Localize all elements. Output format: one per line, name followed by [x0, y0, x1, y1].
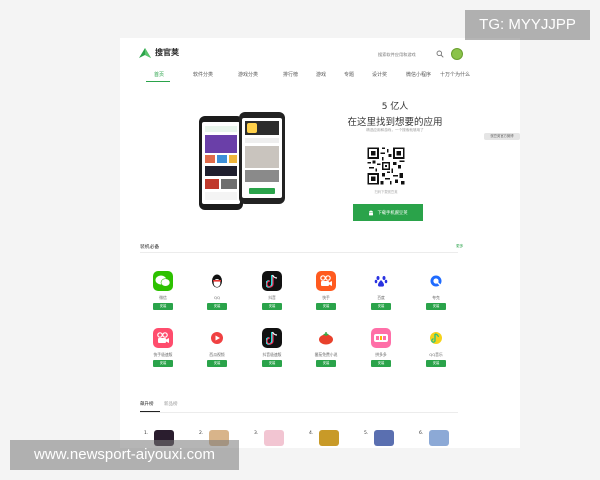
nav-item-design-awards[interactable]: 设计奖 — [372, 71, 387, 78]
download-app-label: 下载手机豌豆荚 — [377, 210, 408, 216]
rank-item[interactable]: 4. — [309, 430, 349, 446]
install-button[interactable]: 安装 — [207, 360, 227, 367]
ranking-divider — [140, 412, 458, 413]
install-button[interactable]: 安装 — [153, 303, 173, 310]
rank-app-icon — [319, 430, 339, 446]
rank-number: 2. — [199, 431, 204, 436]
phones-illustration — [199, 112, 285, 210]
tab-rising[interactable]: 飙升榜 — [140, 401, 154, 407]
app-name: 抖音 — [268, 295, 276, 300]
site-url-watermark: www.newsport-aiyouxi.com — [10, 440, 239, 470]
rank-number: 6. — [419, 431, 424, 436]
main-nav: 首页 软件分类 游戏分类 排行榜 游戏 专题 设计奖 微信小程序 十万个为什么 — [146, 71, 486, 83]
install-button[interactable]: 安装 — [207, 303, 227, 310]
app-name: 百度 — [377, 295, 385, 300]
nav-item-game-categories[interactable]: 游戏分类 — [238, 71, 258, 78]
section-divider — [140, 252, 458, 253]
nav-item-faq[interactable]: 十万个为什么 — [440, 71, 470, 78]
install-button[interactable]: 安装 — [262, 303, 282, 310]
hero-title: 在这里找到想要的应用 — [347, 117, 443, 128]
nav-item-home[interactable]: 首页 — [154, 71, 164, 78]
nav-item-rankings[interactable]: 排行榜 — [283, 71, 298, 78]
app-name: 番茄免费小说 — [314, 352, 338, 357]
install-button[interactable]: 安装 — [371, 360, 391, 367]
install-button[interactable]: 安装 — [153, 360, 173, 367]
fanqie-icon — [316, 328, 336, 348]
install-button[interactable]: 安装 — [262, 360, 282, 367]
app-card-wechat[interactable]: 微信 安装 — [141, 271, 185, 331]
app-name: 抖音极速版 — [262, 352, 282, 357]
app-card-fanqie[interactable]: 番茄免费小说 安装 — [304, 328, 348, 388]
app-card-kuaishou-lite[interactable]: 快手极速版 安装 — [141, 328, 185, 388]
user-avatar[interactable] — [451, 48, 463, 60]
app-name: 西瓜视频 — [209, 352, 225, 357]
install-button[interactable]: 安装 — [316, 360, 336, 367]
app-name: 快手极速版 — [153, 352, 173, 357]
app-card-pinduoduo[interactable]: 拼多多 安装 — [359, 328, 403, 388]
app-name: QQ音乐 — [429, 352, 443, 357]
app-card-kuaishou[interactable]: 快手 安装 — [304, 271, 348, 331]
app-card-qqmusic[interactable]: QQ音乐 安装 — [414, 328, 458, 388]
nav-item-games[interactable]: 游戏 — [316, 71, 326, 78]
kuaishou-icon — [316, 271, 336, 291]
telegram-watermark: TG: MYYJJPP — [465, 10, 590, 40]
wechat-icon — [153, 271, 173, 291]
app-name: 拼多多 — [375, 352, 387, 357]
install-button[interactable]: 安装 — [316, 303, 336, 310]
app-name: QQ — [214, 295, 220, 300]
tab-new[interactable]: 新品榜 — [164, 401, 178, 407]
nav-item-software-categories[interactable]: 软件分类 — [193, 71, 213, 78]
pinduoduo-icon — [371, 328, 391, 348]
nav-item-topics[interactable]: 专题 — [344, 71, 354, 78]
app-name: 夸克 — [432, 295, 440, 300]
app-card-xigua[interactable]: 西瓜视频 安装 — [195, 328, 239, 388]
download-app-button[interactable]: 下载手机豌豆荚 — [353, 204, 423, 221]
ranking-tabs: 飙升榜 新品榜 — [140, 401, 260, 411]
app-card-douyin[interactable]: 抖音 安装 — [250, 271, 294, 331]
rank-app-icon — [264, 430, 284, 446]
official-weibo-badge[interactable]: 豌豆荚官方微博 — [484, 133, 520, 140]
hero-subtitle: 精选应用和游戏，一个搜索就够用了 — [366, 128, 424, 132]
search-icon[interactable] — [436, 50, 444, 58]
android-icon — [369, 210, 374, 215]
rank-app-icon — [429, 430, 449, 446]
rank-item[interactable]: 5. — [364, 430, 404, 446]
essentials-more-link[interactable]: 更多 — [456, 244, 463, 249]
logo-text: 搜官荚 — [155, 48, 179, 57]
douyin-icon — [262, 271, 282, 291]
rank-number: 4. — [309, 431, 314, 436]
app-card-qq[interactable]: QQ 安装 — [195, 271, 239, 331]
rank-item[interactable]: 3. — [254, 430, 294, 446]
app-card-douyin-lite[interactable]: 抖音极速版 安装 — [250, 328, 294, 388]
douyin-lite-icon — [262, 328, 282, 348]
qqmusic-icon — [426, 328, 446, 348]
download-qr-code — [366, 146, 406, 186]
qr-caption: 扫码下载豌豆荚 — [374, 190, 398, 194]
xigua-icon — [207, 328, 227, 348]
rank-number: 5. — [364, 431, 369, 436]
qq-penguin-icon — [207, 271, 227, 291]
app-card-quark[interactable]: 夸克 安装 — [414, 271, 458, 331]
app-name: 微信 — [159, 295, 167, 300]
app-name: 快手 — [322, 295, 330, 300]
quark-icon — [426, 271, 446, 291]
install-button[interactable]: 安装 — [426, 303, 446, 310]
site-header: 搜官荚 — [120, 38, 520, 70]
hero-user-count: 5 亿人 — [381, 102, 409, 112]
rank-number: 1. — [144, 431, 149, 436]
rank-app-icon — [374, 430, 394, 446]
app-card-baidu[interactable]: 百度 安装 — [359, 271, 403, 331]
install-button[interactable]: 安装 — [426, 360, 446, 367]
wandoujia-logo-icon[interactable] — [138, 46, 152, 60]
rank-number: 3. — [254, 431, 259, 436]
browser-page: 搜官荚 首页 软件分类 游戏分类 排行榜 游戏 专题 设计奖 微信小程序 十万个… — [120, 38, 520, 448]
install-button[interactable]: 安装 — [371, 303, 391, 310]
kuaishou-lite-icon — [153, 328, 173, 348]
search-input[interactable] — [378, 49, 456, 59]
nav-item-mini-programs[interactable]: 微信小程序 — [406, 71, 431, 78]
rank-item[interactable]: 6. — [419, 430, 459, 446]
nav-active-underline — [146, 81, 170, 82]
essentials-title: 装机必备 — [140, 245, 160, 250]
baidu-paw-icon — [371, 271, 391, 291]
